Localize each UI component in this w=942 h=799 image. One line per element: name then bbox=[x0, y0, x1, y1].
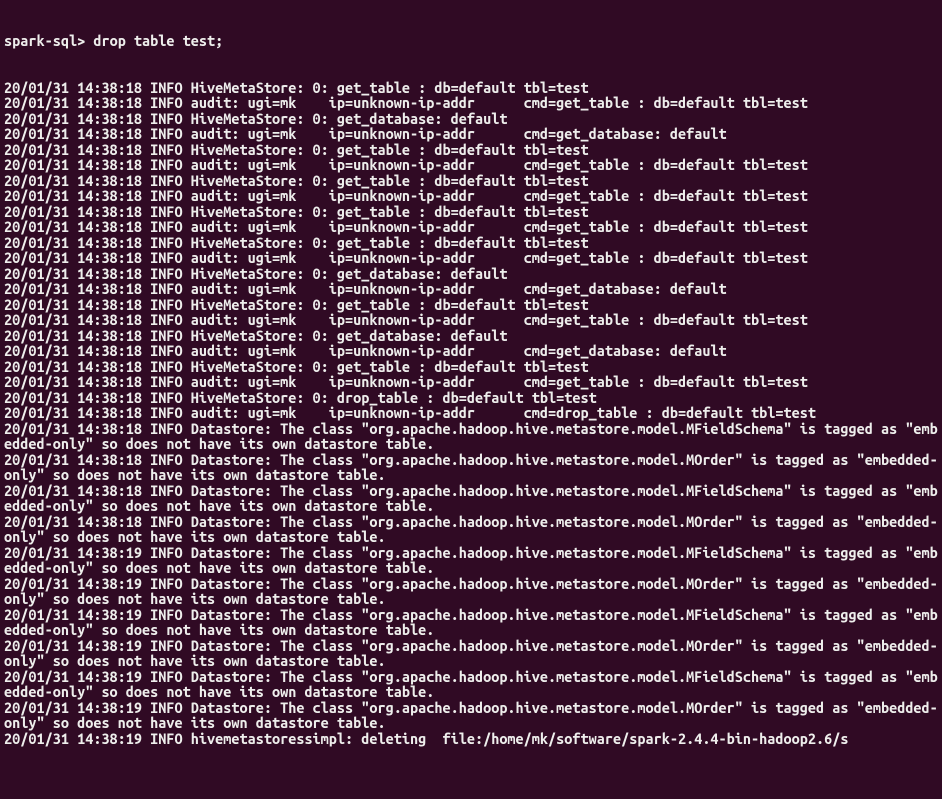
log-line: 20/01/31 14:38:18 INFO HiveMetaStore: 0:… bbox=[4, 390, 938, 406]
prompt-line[interactable]: spark-sql> drop table test; bbox=[4, 33, 938, 49]
log-line: 20/01/31 14:38:18 INFO HiveMetaStore: 0:… bbox=[4, 359, 938, 375]
log-line: 20/01/31 14:38:19 INFO Datastore: The cl… bbox=[4, 700, 938, 731]
shell-prompt: spark-sql> bbox=[4, 32, 93, 49]
log-line: 20/01/31 14:38:18 INFO HiveMetaStore: 0:… bbox=[4, 204, 938, 220]
log-line: 20/01/31 14:38:19 INFO hivemetastoressim… bbox=[4, 731, 938, 747]
log-line: 20/01/31 14:38:19 INFO Datastore: The cl… bbox=[4, 607, 938, 638]
log-line: 20/01/31 14:38:18 INFO Datastore: The cl… bbox=[4, 483, 938, 514]
log-line: 20/01/31 14:38:18 INFO Datastore: The cl… bbox=[4, 514, 938, 545]
log-line: 20/01/31 14:38:18 INFO audit: ugi=mk ip=… bbox=[4, 95, 938, 111]
log-line: 20/01/31 14:38:18 INFO HiveMetaStore: 0:… bbox=[4, 111, 938, 127]
log-line: 20/01/31 14:38:18 INFO HiveMetaStore: 0:… bbox=[4, 266, 938, 282]
log-line: 20/01/31 14:38:18 INFO HiveMetaStore: 0:… bbox=[4, 328, 938, 344]
log-line: 20/01/31 14:38:18 INFO HiveMetaStore: 0:… bbox=[4, 235, 938, 251]
log-line: 20/01/31 14:38:18 INFO Datastore: The cl… bbox=[4, 452, 938, 483]
log-line: 20/01/31 14:38:18 INFO audit: ugi=mk ip=… bbox=[4, 374, 938, 390]
log-line: 20/01/31 14:38:19 INFO Datastore: The cl… bbox=[4, 576, 938, 607]
log-line: 20/01/31 14:38:18 INFO HiveMetaStore: 0:… bbox=[4, 80, 938, 96]
log-line: 20/01/31 14:38:18 INFO audit: ugi=mk ip=… bbox=[4, 281, 938, 297]
log-line: 20/01/31 14:38:19 INFO Datastore: The cl… bbox=[4, 638, 938, 669]
log-line: 20/01/31 14:38:18 INFO audit: ugi=mk ip=… bbox=[4, 312, 938, 328]
log-line: 20/01/31 14:38:18 INFO audit: ugi=mk ip=… bbox=[4, 157, 938, 173]
log-line: 20/01/31 14:38:18 INFO HiveMetaStore: 0:… bbox=[4, 297, 938, 313]
log-line: 20/01/31 14:38:19 INFO Datastore: The cl… bbox=[4, 545, 938, 576]
log-line: 20/01/31 14:38:18 INFO audit: ugi=mk ip=… bbox=[4, 126, 938, 142]
log-line: 20/01/31 14:38:18 INFO audit: ugi=mk ip=… bbox=[4, 343, 938, 359]
log-line: 20/01/31 14:38:18 INFO audit: ugi=mk ip=… bbox=[4, 405, 938, 421]
log-output: 20/01/31 14:38:18 INFO HiveMetaStore: 0:… bbox=[4, 80, 938, 747]
log-line: 20/01/31 14:38:18 INFO audit: ugi=mk ip=… bbox=[4, 188, 938, 204]
log-line: 20/01/31 14:38:18 INFO audit: ugi=mk ip=… bbox=[4, 219, 938, 235]
log-line: 20/01/31 14:38:18 INFO HiveMetaStore: 0:… bbox=[4, 142, 938, 158]
command-text: drop table test; bbox=[93, 32, 223, 49]
log-line: 20/01/31 14:38:18 INFO HiveMetaStore: 0:… bbox=[4, 173, 938, 189]
log-line: 20/01/31 14:38:19 INFO Datastore: The cl… bbox=[4, 669, 938, 700]
log-line: 20/01/31 14:38:18 INFO Datastore: The cl… bbox=[4, 421, 938, 452]
log-line: 20/01/31 14:38:18 INFO audit: ugi=mk ip=… bbox=[4, 250, 938, 266]
terminal-window[interactable]: spark-sql> drop table test; 20/01/31 14:… bbox=[0, 0, 942, 799]
